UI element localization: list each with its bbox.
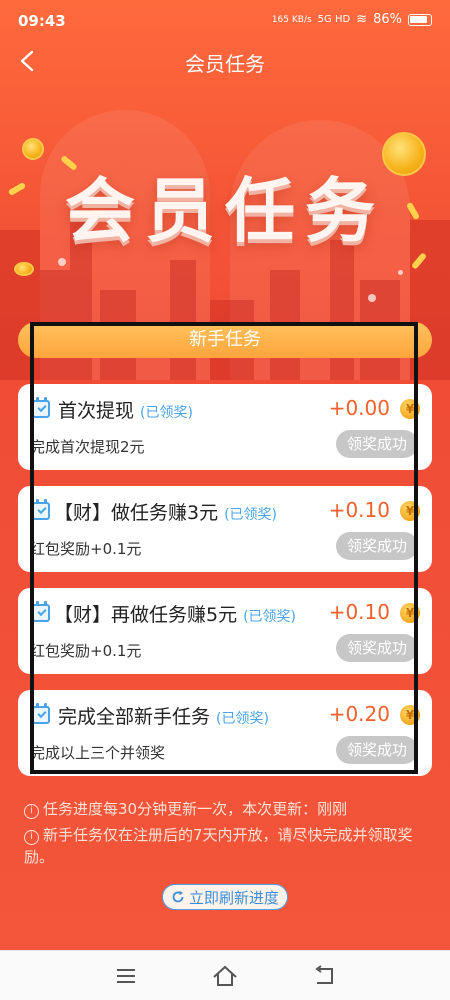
task-status: (已领奖) — [216, 711, 269, 727]
battery-percent: 86% — [373, 12, 402, 27]
refresh-icon — [172, 891, 184, 903]
task-name: 【财】再做任务赚5元 — [54, 604, 238, 626]
refresh-label: 立即刷新进度 — [188, 888, 279, 907]
task-name: 完成全部新手任务 — [58, 706, 211, 728]
task-status: (已领奖) — [224, 507, 278, 523]
task-description: 完成以上三个并领奖 — [30, 744, 166, 762]
task-reward-amount: +0.10 — [328, 498, 390, 522]
task-description: 完成首次提现2元 — [30, 438, 145, 456]
coin-icon: ¥ — [400, 705, 420, 725]
wifi-icon: ≋ — [356, 12, 368, 27]
update-note: i 任务进度每30分钟更新一次，本次更新：刚刚 — [24, 798, 424, 820]
refresh-progress-button[interactable]: 立即刷新进度 — [162, 884, 288, 910]
expiry-note: i 新手任务仅在注册后的7天内开放，请尽快完成并领取奖励。 — [24, 824, 424, 868]
task-reward-amount: +0.20 — [328, 702, 390, 726]
system-nav-bar — [0, 950, 450, 1000]
claim-reward-button[interactable]: 领奖成功 — [336, 634, 418, 662]
info-icon: i — [24, 804, 39, 819]
page-header: 会员任务 — [0, 40, 450, 84]
signal-indicator: 5G HD — [317, 14, 351, 25]
section-tab-newbie: 新手任务 — [18, 322, 432, 358]
claim-reward-button[interactable]: 领奖成功 — [336, 532, 418, 560]
note-text: 任务进度每30分钟更新一次，本次更新：刚刚 — [43, 800, 348, 818]
menu-icon[interactable] — [112, 961, 142, 991]
calendar-check-icon — [32, 703, 50, 724]
task-card: 首次提现 (已领奖) +0.00 ¥ 完成首次提现2元 领奖成功 — [18, 384, 432, 470]
battery-icon — [408, 13, 432, 26]
status-time: 09:43 — [18, 12, 66, 30]
page-title: 会员任务 — [185, 52, 265, 76]
info-icon: i — [24, 830, 39, 845]
claim-reward-button[interactable]: 领奖成功 — [336, 430, 418, 458]
coin-icon: ¥ — [400, 603, 420, 623]
calendar-check-icon — [32, 601, 50, 622]
claim-reward-button[interactable]: 领奖成功 — [336, 736, 418, 764]
task-card: 【财】做任务赚3元 (已领奖) +0.10 ¥ 红包奖励+0.1元 领奖成功 — [18, 486, 432, 572]
coin-decor-icon — [14, 262, 34, 276]
task-reward-amount: +0.10 — [328, 600, 390, 624]
coin-icon: ¥ — [400, 501, 420, 521]
back-nav-icon[interactable] — [310, 961, 340, 991]
task-name: 【财】做任务赚3元 — [54, 502, 219, 524]
note-text: 新手任务仅在注册后的7天内开放，请尽快完成并领取奖励。 — [24, 826, 413, 866]
task-card: 【财】再做任务赚5元 (已领奖) +0.10 ¥ 红包奖励+0.1元 领奖成功 — [18, 588, 432, 674]
task-description: 红包奖励+0.1元 — [30, 642, 142, 660]
calendar-check-icon — [32, 397, 50, 418]
task-status: (已领奖) — [243, 609, 297, 625]
task-reward-amount: +0.00 — [328, 396, 390, 420]
net-speed: 165 KB/s — [271, 14, 312, 25]
banner-title: 会员任务 — [65, 170, 385, 252]
task-description: 红包奖励+0.1元 — [30, 540, 142, 558]
task-status: (已领奖) — [140, 405, 193, 421]
coin-icon: ¥ — [400, 399, 420, 419]
home-icon[interactable] — [210, 961, 240, 991]
status-bar: 09:43 165 KB/s 5G HD ≋ 86% — [0, 0, 450, 40]
task-card: 完成全部新手任务 (已领奖) +0.20 ¥ 完成以上三个并领奖 领奖成功 — [18, 690, 432, 776]
calendar-check-icon — [32, 499, 50, 520]
task-name: 首次提现 — [58, 400, 135, 422]
